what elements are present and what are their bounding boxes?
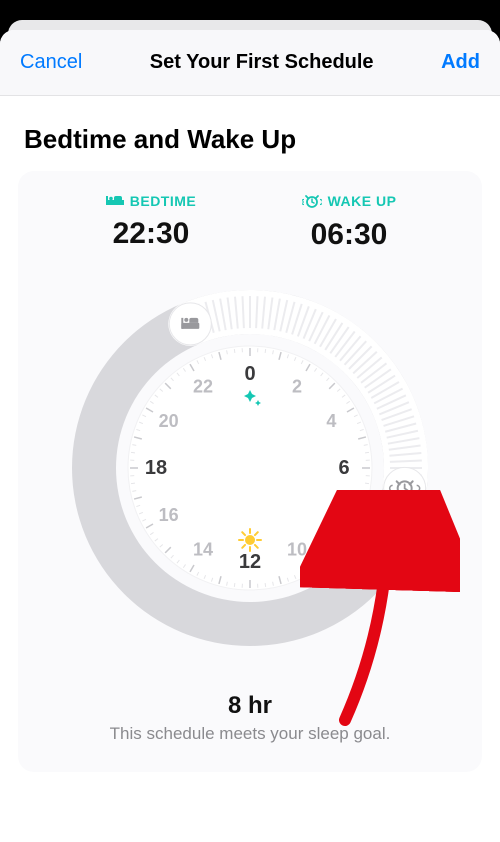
goal-message: This schedule meets your sleep goal. [110,724,391,744]
modal-sheet: Cancel Set Your First Schedule Add Bedti… [0,30,500,842]
content-area: Bedtime and Wake Up BEDTIME 22:30 [0,96,500,772]
svg-text:0: 0 [244,363,255,385]
wakeup-label-row: WAKE UP [302,193,397,209]
bed-icon [106,194,124,208]
cancel-button[interactable]: Cancel [20,51,82,74]
svg-text:20: 20 [159,411,179,431]
add-button[interactable]: Add [441,51,480,74]
svg-text:10: 10 [287,539,307,559]
svg-text:12: 12 [239,551,261,573]
schedule-card: BEDTIME 22:30 WAKE UP 06:30 0 2 4 6 8 10 12 14 1… [18,171,482,772]
bedtime-label: BEDTIME [130,193,197,209]
section-title: Bedtime and Wake Up [24,124,482,155]
bedtime-value: 22:30 [76,217,226,251]
svg-text:2: 2 [292,377,302,397]
svg-text:6: 6 [338,457,349,479]
svg-text:16: 16 [159,505,179,525]
svg-text:4: 4 [326,411,336,431]
duration-text: 8 hr [110,692,391,720]
nav-title: Set Your First Schedule [150,51,374,74]
svg-text:22: 22 [193,377,213,397]
wakeup-handle[interactable] [384,467,426,509]
summary: 8 hr This schedule meets your sleep goal… [110,692,391,744]
wakeup-label: WAKE UP [328,193,397,209]
bedtime-handle[interactable] [169,303,211,345]
svg-text:14: 14 [193,539,213,559]
nav-bar: Cancel Set Your First Schedule Add [0,30,500,96]
wakeup-value: 06:30 [274,218,424,252]
sleep-dial[interactable]: 0 2 4 6 8 10 12 14 16 18 20 22 [50,268,450,668]
svg-text:8: 8 [326,505,336,525]
wakeup-display: WAKE UP 06:30 [274,193,424,252]
times-row: BEDTIME 22:30 WAKE UP 06:30 [76,193,424,252]
bedtime-display: BEDTIME 22:30 [76,193,226,252]
bedtime-label-row: BEDTIME [106,193,197,209]
svg-text:18: 18 [145,457,167,479]
alarm-icon [302,193,322,209]
